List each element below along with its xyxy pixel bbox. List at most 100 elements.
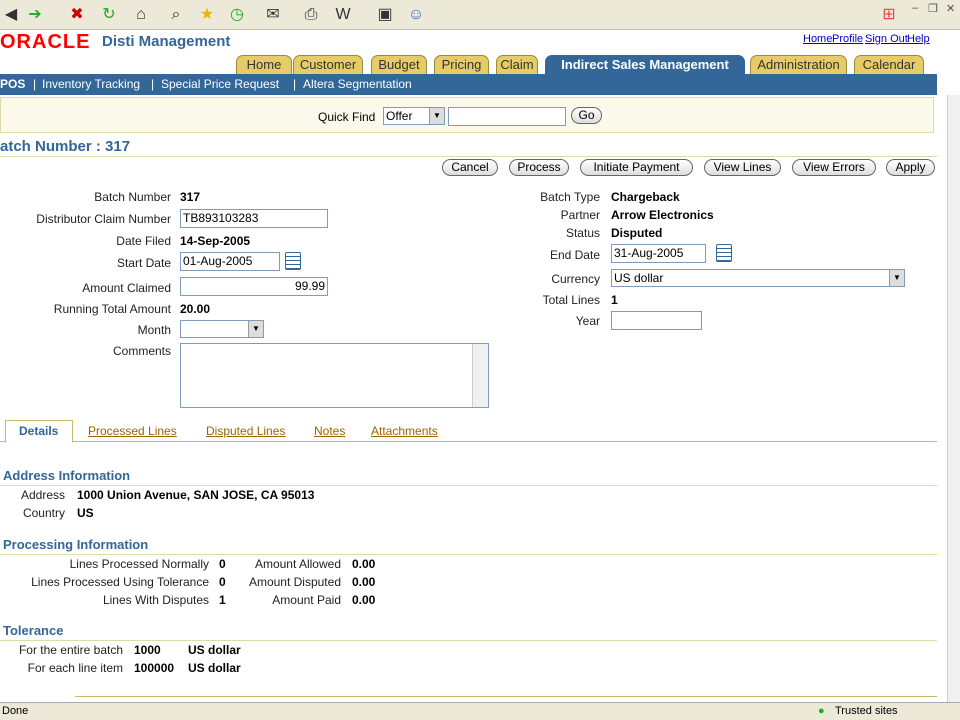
divider [0,554,937,555]
search-icon[interactable]: ⌕ [165,4,187,26]
end-date-field[interactable]: 31-Aug-2005 [611,244,706,263]
divider [0,640,937,641]
tab-claim[interactable]: Claim [496,55,538,75]
partner-label: Partner [560,208,600,222]
edit-icon[interactable]: W [332,4,354,26]
subnav-spr[interactable]: Special Price Request [161,74,279,95]
dcn-field[interactable]: TB893103283 [180,209,328,228]
calendar-icon[interactable] [285,252,301,270]
amount-disputed-value: 0.00 [352,575,376,589]
status-text: Done [2,705,29,717]
month-select[interactable]: ▼ [180,320,264,338]
windows-logo-icon: ⊞ [882,6,896,23]
currency-select[interactable]: US dollar ▼ [611,269,905,287]
tab-calendar[interactable]: Calendar [854,55,924,75]
discuss-icon[interactable]: ▣ [374,4,396,26]
subnav-bar: POS | Inventory Tracking | Special Price… [0,74,937,95]
lines-normal-value: 0 [219,557,226,571]
running-total-value: 20.00 [180,302,211,316]
status-label: Status [565,226,600,240]
browser-toolbar: ◀ ➔ ✖ ↻ ⌂ ⌕ ★ ◷ ✉ ⎙ W ▣ ☺ ⊞ – ❐ ✕ [0,0,960,30]
total-lines-value: 1 [611,293,618,307]
mail-icon[interactable]: ✉ [262,4,284,26]
comments-textarea[interactable] [180,343,489,408]
tab-notes[interactable]: Notes [314,424,345,438]
lines-disputes-label: Lines With Disputes [102,593,209,607]
zone-text: Trusted sites [835,705,898,717]
start-date-label: Start Date [116,256,171,270]
stop-icon[interactable]: ✖ [66,4,88,26]
textarea-scrollbar[interactable] [472,344,488,407]
lines-tolerance-label: Lines Processed Using Tolerance [31,575,209,589]
subnav-pos[interactable]: POS [0,74,25,95]
divider [0,156,937,157]
date-filed-label: Date Filed [116,234,171,248]
global-link-home[interactable]: Home [803,33,832,45]
apply-button[interactable]: Apply [886,159,935,176]
subnav-altera[interactable]: Altera Segmentation [303,74,412,95]
country-label: Country [22,506,65,520]
view-errors-button[interactable]: View Errors [792,159,876,176]
forward-icon[interactable]: ➔ [24,4,46,26]
tab-attachments[interactable]: Attachments [371,424,438,438]
process-button[interactable]: Process [509,159,569,176]
favorites-icon[interactable]: ★ [196,4,218,26]
tab-indirect-sales[interactable]: Indirect Sales Management [545,55,745,75]
total-lines-label: Total Lines [542,293,600,307]
tab-details[interactable]: Details [19,424,58,438]
date-filed-value: 14-Sep-2005 [180,234,251,248]
close-icon[interactable]: ✕ [946,2,955,15]
amount-allowed-label: Amount Allowed [254,557,341,571]
refresh-icon[interactable]: ↻ [98,4,120,26]
go-button[interactable]: Go [571,107,602,124]
global-link-profile[interactable]: Profile [832,33,863,45]
home-icon[interactable]: ⌂ [130,4,152,26]
batch-number-label: Batch Number [94,190,171,204]
comments-label: Comments [112,344,171,358]
tab-pricing[interactable]: Pricing [434,55,489,75]
calendar-icon[interactable] [716,244,732,262]
tab-administration[interactable]: Administration [750,55,847,75]
page-scrollbar[interactable] [947,95,960,702]
chevron-down-icon: ▼ [889,270,904,286]
tab-disputed-lines[interactable]: Disputed Lines [206,424,285,438]
year-label: Year [575,314,600,328]
subnav-sep: | [293,77,297,91]
global-link-help[interactable]: Help [907,33,930,45]
print-icon[interactable]: ⎙ [300,4,322,26]
tab-customer[interactable]: Customer [293,55,363,75]
address-section-title: Address Information [3,468,131,483]
back-icon[interactable]: ◀ [0,4,22,26]
browser-statusbar: Done ● Trusted sites [0,702,960,720]
quick-find-select[interactable]: Offer ▼ [383,107,445,125]
minimize-icon[interactable]: – [912,2,918,14]
address-label: Address [20,488,65,502]
quick-find-input[interactable] [448,107,566,126]
messenger-icon[interactable]: ☺ [405,4,427,26]
end-date-label: End Date [549,248,600,262]
amount-claimed-field[interactable]: 99.99 [180,277,328,296]
view-lines-button[interactable]: View Lines [704,159,781,176]
batch-number-value: 317 [180,190,201,204]
history-icon[interactable]: ◷ [226,4,248,26]
status-value: Disputed [611,226,663,240]
tab-processed-lines[interactable]: Processed Lines [88,424,177,438]
tolerance-line-label: For each line item [27,661,123,675]
tab-budget[interactable]: Budget [371,55,427,75]
tolerance-batch-label: For the entire batch [18,643,123,657]
subnav-inventory[interactable]: Inventory Tracking [42,74,140,95]
year-field[interactable] [611,311,702,330]
restore-icon[interactable]: ❐ [928,2,938,15]
global-link-signout[interactable]: Sign Out [865,33,908,45]
cancel-button[interactable]: Cancel [442,159,498,176]
initiate-payment-button[interactable]: Initiate Payment [580,159,693,176]
start-date-field[interactable]: 01-Aug-2005 [180,252,280,271]
lines-disputes-value: 1 [219,593,226,607]
oracle-logo: ORACLE [0,31,91,53]
amount-paid-label: Amount Paid [272,593,341,607]
subnav-sep: | [151,77,155,91]
dcn-label: Distributor Claim Number [36,212,171,226]
tab-home[interactable]: Home [236,55,292,75]
tolerance-batch-value: 1000 [134,643,161,657]
tolerance-section-title: Tolerance [3,623,64,638]
